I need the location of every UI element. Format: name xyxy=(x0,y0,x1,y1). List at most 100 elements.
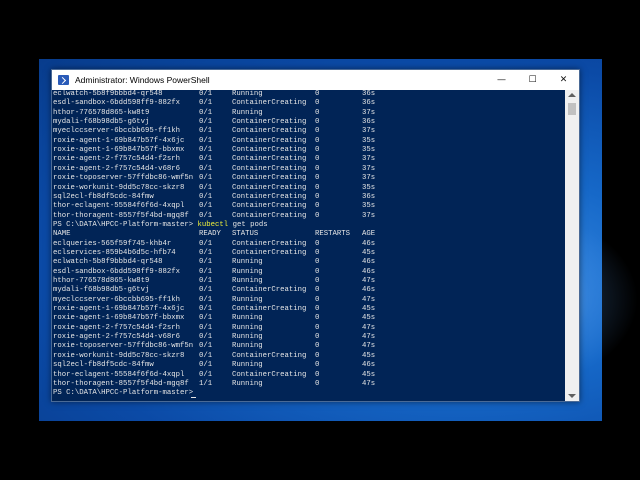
pod-name: esdl-sandbox-6bdd598ff9-882fx xyxy=(53,99,180,108)
pod-status: ContainerCreating xyxy=(232,211,307,220)
pod-status: Running xyxy=(232,333,263,342)
pod-age: 35s xyxy=(362,202,376,211)
pod-ready: 0/1 xyxy=(199,202,213,211)
pod-status: ContainerCreating xyxy=(232,370,307,379)
pod-restarts: 0 xyxy=(315,323,320,332)
pod-ready: 0/1 xyxy=(199,108,213,117)
pod-age: 37s xyxy=(362,164,376,173)
pod-name: hthor-776578d865-kw8t9 xyxy=(53,108,150,117)
pod-name: mydali-f68b98db5-g6tvj xyxy=(53,286,150,295)
pod-restarts: 0 xyxy=(315,239,320,248)
pod-restarts: 0 xyxy=(315,192,320,201)
pod-name: roxie-toposerver-57ffdbc86-wmf5n xyxy=(53,174,194,183)
pod-restarts: 0 xyxy=(315,155,320,164)
pod-ready: 0/1 xyxy=(199,99,213,108)
pod-restarts: 0 xyxy=(315,202,320,211)
pod-name: roxie-toposerver-57ffdbc86-wmf5n xyxy=(53,342,194,351)
pod-age: 46s xyxy=(362,361,376,370)
maximize-button[interactable]: ☐ xyxy=(517,70,548,90)
terminal-output[interactable]: eclwatch-5b8f9bbbd4-qr548 0/1 Running 0 36s e… xyxy=(52,90,565,401)
pod-name: mydali-f68b98db5-g6tvj xyxy=(53,118,150,127)
window-title: Administrator: Windows PowerShell xyxy=(75,75,210,85)
pod-status: ContainerCreating xyxy=(232,248,307,257)
pod-status: Running xyxy=(232,258,263,267)
pod-ready: 0/1 xyxy=(199,136,213,145)
pod-restarts: 0 xyxy=(315,295,320,304)
vertical-scrollbar[interactable] xyxy=(565,90,579,401)
pod-age: 36s xyxy=(362,99,376,108)
pod-age: 45s xyxy=(362,305,376,314)
minimize-button[interactable]: — xyxy=(486,70,517,90)
pod-name: myeclccserver-6bccbb695-ff1kh xyxy=(53,127,180,136)
scroll-down-icon[interactable] xyxy=(568,394,576,398)
pod-age: 47s xyxy=(362,295,376,304)
pod-name: roxie-agent-2-f757c54d4-v68r6 xyxy=(53,164,180,173)
pod-status: ContainerCreating xyxy=(232,239,307,248)
column-header: NAME xyxy=(53,230,71,239)
pod-ready: 0/1 xyxy=(199,258,213,267)
pod-ready: 0/1 xyxy=(199,351,213,360)
pod-name: roxie-agent-2-f757c54d4-v68r6 xyxy=(53,333,180,342)
pod-restarts: 0 xyxy=(315,286,320,295)
pod-restarts: 0 xyxy=(315,258,320,267)
pod-ready: 1/1 xyxy=(199,379,213,388)
scroll-up-icon[interactable] xyxy=(568,93,576,97)
pod-status: ContainerCreating xyxy=(232,305,307,314)
pod-ready: 0/1 xyxy=(199,211,213,220)
column-header: RESTARTS xyxy=(315,230,351,239)
pod-restarts: 0 xyxy=(315,305,320,314)
pod-restarts: 0 xyxy=(315,127,320,136)
pod-name: thor-thoragent-8557f5f4bd-mgq8f xyxy=(53,379,189,388)
pod-age: 35s xyxy=(362,183,376,192)
pod-name: myeclccserver-6bccbb695-ff1kh xyxy=(53,295,180,304)
pod-restarts: 0 xyxy=(315,277,320,285)
pod-restarts: 0 xyxy=(315,267,320,276)
pod-ready: 0/1 xyxy=(199,333,213,342)
column-header: READY xyxy=(199,230,221,239)
pod-restarts: 0 xyxy=(315,342,320,351)
pod-age: 37s xyxy=(362,174,376,183)
pod-restarts: 0 xyxy=(315,164,320,173)
pod-age: 45s xyxy=(362,314,376,323)
pod-age: 46s xyxy=(362,286,376,295)
pod-restarts: 0 xyxy=(315,248,320,257)
close-button[interactable]: ✕ xyxy=(548,70,579,90)
pod-restarts: 0 xyxy=(315,99,320,108)
pod-name: roxie-agent-1-69b847b57f-4x6jc xyxy=(53,136,185,145)
pod-status: ContainerCreating xyxy=(232,136,307,145)
pod-age: 35s xyxy=(362,146,376,155)
pod-name: sql2ecl-fb8df5cdc-84fmw xyxy=(53,192,154,201)
pod-name: roxie-workunit-9dd5c78cc-skzr8 xyxy=(53,183,185,192)
pod-age: 47s xyxy=(362,277,376,285)
pod-name: eclservices-859b4b6d5c-hfb74 xyxy=(53,248,176,257)
command-args: get pods xyxy=(232,220,268,229)
pod-name: hthor-776578d865-kw8t9 xyxy=(53,277,150,285)
pod-name: roxie-agent-1-69b847b57f-bbxmx xyxy=(53,146,185,155)
pod-ready: 0/1 xyxy=(199,314,213,323)
current-prompt[interactable]: PS C:\DATA\HPCC-Platform-master> xyxy=(53,389,193,398)
title-bar[interactable]: Administrator: Windows PowerShell — ☐ ✕ xyxy=(52,70,579,90)
scrollbar-thumb[interactable] xyxy=(568,103,576,115)
pod-name: eclwatch-5b8f9bbbd4-qr548 xyxy=(53,90,163,98)
pod-status: Running xyxy=(232,267,263,276)
pod-name: thor-thoragent-8557f5f4bd-mgq8f xyxy=(53,211,189,220)
pod-ready: 0/1 xyxy=(199,155,213,164)
pod-ready: 0/1 xyxy=(199,295,213,304)
pod-age: 36s xyxy=(362,192,376,201)
pod-restarts: 0 xyxy=(315,333,320,342)
pod-ready: 0/1 xyxy=(199,90,213,98)
pod-name: roxie-agent-2-f757c54d4-f2srh xyxy=(53,323,180,332)
pod-age: 36s xyxy=(362,90,376,98)
pod-age: 37s xyxy=(362,211,376,220)
pod-age: 47s xyxy=(362,333,376,342)
pod-ready: 0/1 xyxy=(199,286,213,295)
command-keyword: kubectl xyxy=(197,220,229,229)
command-line: PS C:\DATA\HPCC-Platform-master> kubectl… xyxy=(53,221,268,230)
powershell-window[interactable]: Administrator: Windows PowerShell — ☐ ✕ … xyxy=(51,69,580,402)
pod-status: ContainerCreating xyxy=(232,183,307,192)
pod-ready: 0/1 xyxy=(199,305,213,314)
pod-age: 45s xyxy=(362,248,376,257)
pod-restarts: 0 xyxy=(315,108,320,117)
pod-ready: 0/1 xyxy=(199,342,213,351)
pod-age: 37s xyxy=(362,127,376,136)
